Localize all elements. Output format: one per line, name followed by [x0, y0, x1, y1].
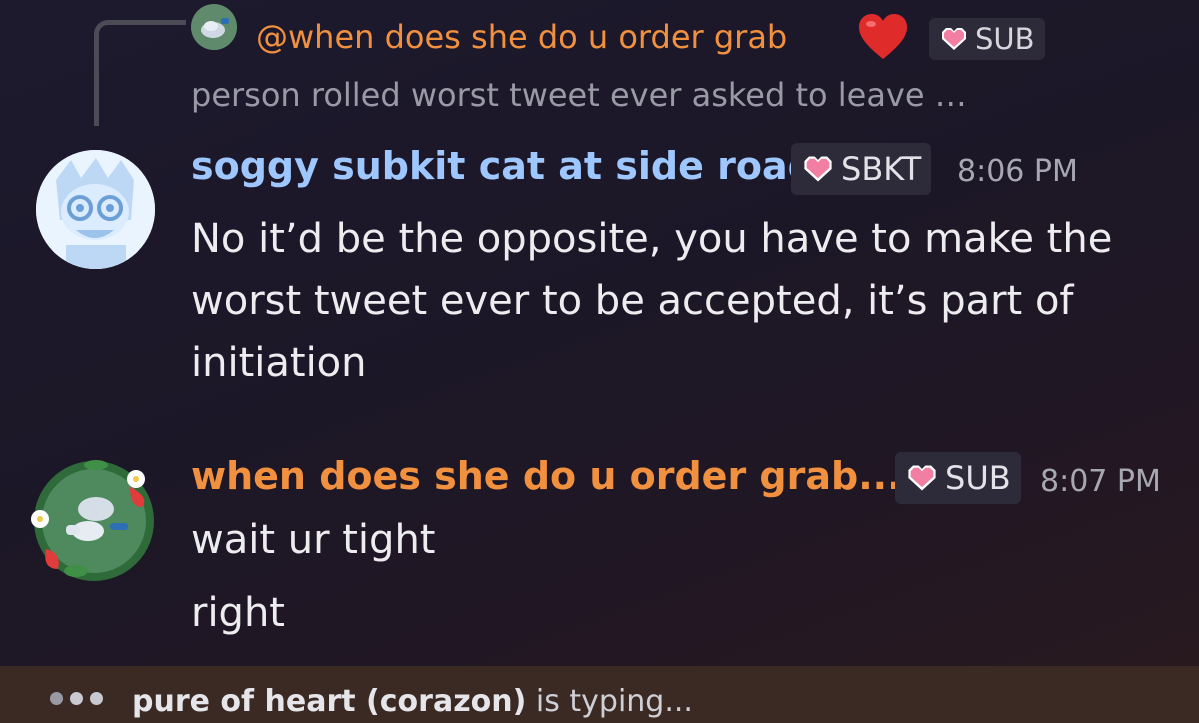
- role-badge-label: SUB: [945, 459, 1011, 497]
- typing-suffix: is typing...: [526, 684, 693, 719]
- reply-avatar[interactable]: [191, 4, 237, 50]
- message-text: right: [191, 590, 285, 636]
- role-badge: SUB: [895, 452, 1021, 504]
- reply-badge-label: SUB: [975, 22, 1035, 56]
- role-badge-label: SBKT: [841, 150, 922, 188]
- typing-dot: [50, 692, 63, 705]
- role-badge: SBKT: [791, 143, 932, 195]
- typing-dot: [70, 692, 83, 705]
- author-name[interactable]: soggy subkit cat at side road: [191, 144, 815, 188]
- pixel-heart-icon: [942, 28, 966, 50]
- typing-dots-icon: [50, 692, 103, 705]
- pixel-heart-icon: [804, 156, 832, 182]
- typing-user: pure of heart (corazon): [132, 684, 527, 719]
- message-text: wait ur tight: [191, 517, 436, 563]
- author-avatar[interactable]: [36, 150, 155, 269]
- red-heart-icon: [859, 14, 907, 59]
- author-avatar[interactable]: [26, 457, 160, 585]
- reply-sub-badge: SUB: [929, 18, 1045, 60]
- reply-author[interactable]: @when does she do u order grab: [256, 18, 787, 56]
- typing-dot: [90, 692, 103, 705]
- message-timestamp: 8:06 PM: [957, 154, 1078, 189]
- reply-preview-text[interactable]: person rolled worst tweet ever asked to …: [191, 76, 967, 114]
- typing-status-text: pure of heart (corazon) is typing...: [132, 684, 693, 719]
- message-text: No it’d be the opposite, you have to mak…: [191, 216, 1113, 386]
- message-timestamp: 8:07 PM: [1040, 464, 1161, 499]
- author-name[interactable]: when does she do u order grab...: [191, 454, 902, 498]
- reply-connector: [94, 20, 186, 126]
- pixel-heart-icon: [908, 465, 936, 491]
